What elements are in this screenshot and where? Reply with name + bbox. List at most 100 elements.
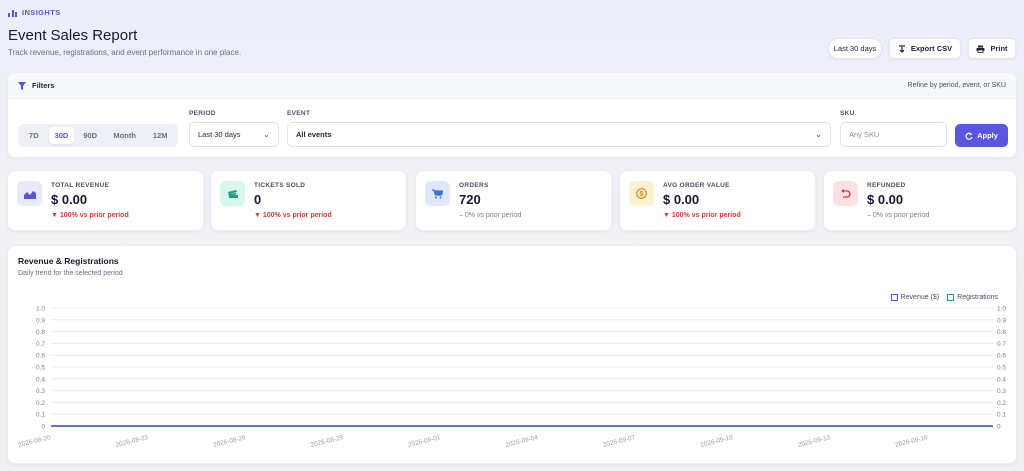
kpi-label: ORDERS: [459, 182, 489, 189]
kpi-icon-box: [17, 181, 42, 206]
y-tick-label: 0.6: [36, 353, 45, 360]
y-tick-label: 0.7: [36, 341, 45, 348]
page-title: Event Sales Report: [8, 27, 138, 44]
refresh-icon: [965, 132, 973, 140]
x-tick-label: 2026-08-29: [310, 434, 344, 449]
kpi-value: $ 0.00: [867, 192, 904, 207]
dollar-coin-icon: $: [636, 188, 647, 199]
y-tick-label: 0.9: [36, 317, 45, 324]
x-tick-label: 2026-09-16: [895, 434, 929, 449]
download-icon: [898, 44, 905, 53]
event-label: EVENT: [287, 110, 311, 117]
x-tick-label: 2026-09-13: [797, 434, 831, 449]
chevron-down-icon: ⌄: [263, 130, 270, 139]
range-month-button[interactable]: Month: [106, 127, 143, 144]
printer-icon: [976, 45, 985, 53]
export-csv-button[interactable]: Export CSV: [889, 38, 961, 59]
x-tick-label: 2026-09-07: [602, 434, 636, 449]
kpi-delta: – 0% vs prior period: [867, 212, 930, 219]
ticket-icon: [227, 189, 238, 198]
y2-tick-label: 0.9: [997, 317, 1006, 324]
kpi-label: TICKETS SOLD: [254, 182, 306, 189]
y-tick-label: 0.5: [36, 365, 45, 372]
kpi-value: $ 0.00: [663, 192, 700, 207]
sku-label: SKU: [840, 110, 855, 117]
export-csv-label: Export CSV: [910, 44, 953, 53]
sku-placeholder: Any SKU: [849, 130, 880, 139]
kpi-delta: ▼ 100% vs prior period: [663, 212, 741, 219]
kpi-delta: ▼ 100% vs prior period: [254, 212, 332, 219]
range-7d-button[interactable]: 7D: [21, 127, 47, 144]
cart-icon: [432, 188, 443, 198]
event-value: All events: [296, 130, 332, 139]
y-tick-label: 0.3: [36, 388, 45, 395]
event-select[interactable]: All events ⌄: [287, 122, 831, 147]
filters-header: Filters Refine by period, event, or SKU: [8, 73, 1016, 99]
print-button[interactable]: Print: [968, 38, 1016, 59]
date-range-pill[interactable]: Last 30 days: [828, 38, 882, 59]
kpi-card-total-revenue: TOTAL REVENUE $ 0.00 ▼ 100% vs prior per…: [7, 170, 204, 231]
period-label: PERIOD: [189, 110, 216, 117]
range-30d-button[interactable]: 30D: [48, 127, 75, 144]
chevron-down-icon: ⌄: [815, 130, 822, 139]
kpi-icon-box: [425, 181, 450, 206]
kpi-icon-box: [220, 181, 245, 206]
y2-tick-label: 0.5: [997, 365, 1006, 372]
kpi-delta: – 0% vs prior period: [459, 212, 522, 219]
y2-tick-label: 0: [997, 424, 1001, 431]
kpi-card-orders: ORDERS 720 – 0% vs prior period: [415, 170, 612, 231]
y2-tick-label: 0.2: [997, 400, 1006, 407]
bar-chart-icon: [8, 9, 17, 17]
kpi-icon-box: [833, 181, 858, 206]
y-tick-label: 0.1: [36, 412, 45, 419]
period-select[interactable]: Last 30 days ⌄: [189, 122, 279, 147]
y2-tick-label: 0.7: [997, 341, 1006, 348]
chart-plot: 0 0 0.1 0.1 0.2 0.2 0.3 0.3 0.4 0.4 0.5 0.5 0.6 0.6 0.…: [18, 306, 1007, 449]
filters-title: Filters: [32, 81, 55, 90]
kpi-card-avg-order-value: $ AVG ORDER VALUE $ 0.00 ▼ 100% vs prior…: [619, 170, 816, 231]
kpi-label: REFUNDED: [867, 182, 906, 189]
kpi-icon-box: $: [629, 181, 654, 206]
y2-tick-label: 0.6: [997, 353, 1006, 360]
x-tick-label: 2026-08-23: [115, 434, 149, 449]
chart-card: Revenue & Registrations Daily trend for …: [7, 245, 1017, 464]
y-tick-label: 0: [41, 424, 45, 431]
y-tick-label: 0.8: [36, 329, 45, 336]
range-12m-button[interactable]: 12M: [145, 127, 175, 144]
x-tick-label: 2026-08-26: [212, 434, 246, 449]
area-chart-icon: [23, 190, 36, 199]
kpi-label: TOTAL REVENUE: [51, 182, 110, 189]
kpi-label: AVG ORDER VALUE: [663, 182, 730, 189]
kpi-value: 0: [254, 192, 262, 207]
x-tick-label: 2026-09-01: [407, 434, 441, 449]
svg-text:$: $: [640, 191, 644, 198]
period-value: Last 30 days: [198, 130, 241, 139]
sku-input[interactable]: Any SKU: [840, 122, 947, 147]
y2-tick-label: 1.0: [997, 306, 1006, 313]
apply-button[interactable]: Apply: [955, 124, 1008, 147]
kpi-card-tickets-sold: TICKETS SOLD 0 ▼ 100% vs prior period: [210, 170, 407, 231]
date-range-label: Last 30 days: [833, 44, 877, 53]
apply-label: Apply: [977, 131, 998, 140]
y2-tick-label: 0.3: [997, 388, 1006, 395]
filters-hint: Refine by period, event, or SKU: [907, 82, 1006, 89]
filters-panel: Filters Refine by period, event, or SKU …: [7, 72, 1017, 158]
x-tick-label: 2026-08-20: [18, 434, 52, 449]
undo-icon: [841, 188, 851, 198]
x-tick-label: 2026-09-04: [505, 434, 539, 449]
print-label: Print: [990, 44, 1008, 53]
kpi-value: 720: [459, 192, 481, 207]
brand-label: INSIGHTS: [22, 8, 61, 17]
quick-range-selector: 7D 30D 90D Month 12M: [18, 124, 178, 147]
y2-tick-label: 0.8: [997, 329, 1006, 336]
y-tick-label: 1.0: [36, 306, 45, 313]
y2-tick-label: 0.4: [997, 376, 1006, 383]
kpi-card-refunded: REFUNDED $ 0.00 – 0% vs prior period: [823, 170, 1017, 231]
page-subtitle: Track revenue, registrations, and event …: [8, 48, 242, 57]
range-90d-button[interactable]: 90D: [76, 127, 104, 144]
kpi-delta: ▼ 100% vs prior period: [51, 212, 129, 219]
kpi-value: $ 0.00: [51, 192, 88, 207]
y2-tick-label: 0.1: [997, 412, 1006, 419]
brand: INSIGHTS: [8, 8, 61, 17]
y-tick-label: 0.4: [36, 376, 45, 383]
